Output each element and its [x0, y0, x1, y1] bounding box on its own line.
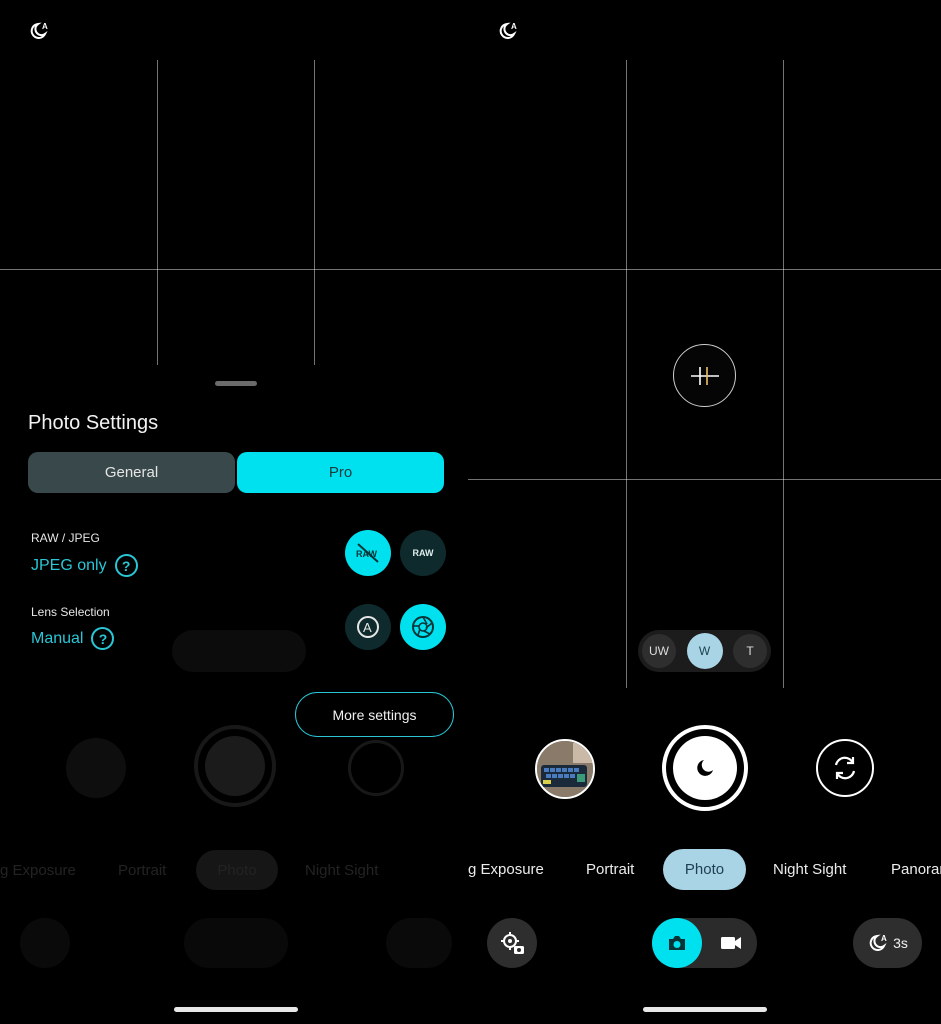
video-mode-button[interactable]: [706, 918, 756, 968]
moon-auto-icon: A: [869, 934, 887, 951]
switch-camera-button: [348, 740, 404, 796]
svg-text:A: A: [363, 620, 372, 635]
photo-mode-button[interactable]: [652, 918, 702, 968]
raw-button[interactable]: RAW: [400, 530, 446, 576]
raw-button-label: RAW: [412, 548, 434, 558]
help-icon[interactable]: ?: [91, 627, 115, 650]
moon-auto-icon[interactable]: A: [497, 20, 519, 42]
night-timer-button: [386, 918, 452, 968]
jpeg-only-button[interactable]: RAW: [345, 530, 391, 576]
help-icon[interactable]: ?: [114, 554, 138, 577]
photo-video-toggle: [652, 918, 757, 968]
tab-general-label: General: [104, 464, 159, 481]
switch-camera-button[interactable]: [816, 739, 874, 797]
shutter-button: [194, 725, 276, 807]
tab-pro-label: Pro: [328, 464, 353, 481]
gallery-thumbnail-button[interactable]: [535, 739, 595, 799]
mode-night-sight: Night Sight: [305, 862, 379, 879]
grid-line: [626, 60, 627, 688]
lens-auto-button[interactable]: A: [345, 604, 391, 650]
more-settings-button[interactable]: More settings: [295, 692, 454, 737]
settings-button: [20, 918, 70, 968]
mode-portrait[interactable]: Portrait: [586, 861, 634, 878]
zoom-t-label: T: [746, 644, 754, 658]
zoom-t-button[interactable]: T: [733, 634, 767, 668]
gesture-bar: [643, 1007, 767, 1012]
auto-a-icon: A: [357, 616, 379, 638]
mode-exposure[interactable]: g Exposure: [468, 861, 544, 878]
grid-line: [468, 479, 941, 480]
lens-selection-label: Lens Selection: [31, 605, 110, 619]
zoom-w-button[interactable]: W: [686, 633, 723, 669]
grid-line: [157, 60, 158, 365]
night-timer-label: 3s: [893, 935, 908, 951]
svg-text:A: A: [42, 22, 48, 31]
svg-text:A: A: [511, 22, 517, 31]
focus-level-indicator: [673, 344, 736, 407]
lens-manual-button[interactable]: [400, 604, 446, 650]
video-camera-icon: [721, 937, 741, 949]
zoom-selector: UW W T: [638, 630, 771, 672]
shutter-button[interactable]: [662, 725, 748, 811]
zoom-w-label: W: [698, 644, 711, 658]
lens-value-row: Manual ?: [31, 627, 115, 650]
grid-line: [314, 60, 315, 365]
tab-pro[interactable]: Pro: [237, 452, 444, 493]
mode-night-sight[interactable]: Night Sight: [773, 861, 846, 878]
more-settings-label: More settings: [332, 706, 417, 723]
switch-camera-icon: [834, 756, 856, 780]
raw-off-icon: RAW: [356, 543, 379, 563]
raw-jpeg-value-row: JPEG only ?: [31, 554, 138, 577]
camera-settings-button[interactable]: [487, 918, 537, 968]
grid-line: [783, 60, 784, 688]
night-timer-button[interactable]: A 3s: [853, 918, 922, 968]
thumbnail-button: [66, 738, 126, 798]
mode-portrait: Portrait: [118, 862, 167, 879]
tab-general[interactable]: General: [28, 452, 235, 493]
aperture-icon: [412, 616, 434, 638]
mode-exposure: g Exposure: [0, 862, 76, 879]
moon-auto-icon[interactable]: A: [28, 20, 50, 42]
grid-line: [0, 269, 468, 270]
lens-selection-value: Manual: [31, 629, 84, 647]
zoom-uw-button[interactable]: UW: [642, 634, 676, 668]
grid-line: [468, 269, 941, 270]
zoom-selector: [172, 630, 306, 672]
mode-photo[interactable]: Photo: [663, 849, 746, 890]
settings-camera-icon: [501, 932, 524, 954]
mode-panorama[interactable]: Panorar: [891, 861, 941, 878]
raw-jpeg-value: JPEG only: [31, 556, 107, 574]
zoom-uw-label: UW: [649, 644, 669, 658]
level-crosshair-icon: [690, 366, 719, 385]
gesture-bar: [174, 1007, 298, 1012]
sheet-title: Photo Settings: [28, 412, 159, 434]
raw-jpeg-label: RAW / JPEG: [31, 531, 100, 545]
photo-video-toggle: [184, 918, 288, 968]
camera-icon: [669, 936, 685, 950]
svg-text:A: A: [881, 934, 887, 943]
night-moon-icon: [697, 760, 713, 776]
sheet-drag-handle[interactable]: [215, 381, 257, 386]
mode-photo-label: Photo: [684, 861, 725, 878]
mode-photo: Photo: [196, 850, 278, 890]
thumbnail-image: [537, 741, 593, 797]
